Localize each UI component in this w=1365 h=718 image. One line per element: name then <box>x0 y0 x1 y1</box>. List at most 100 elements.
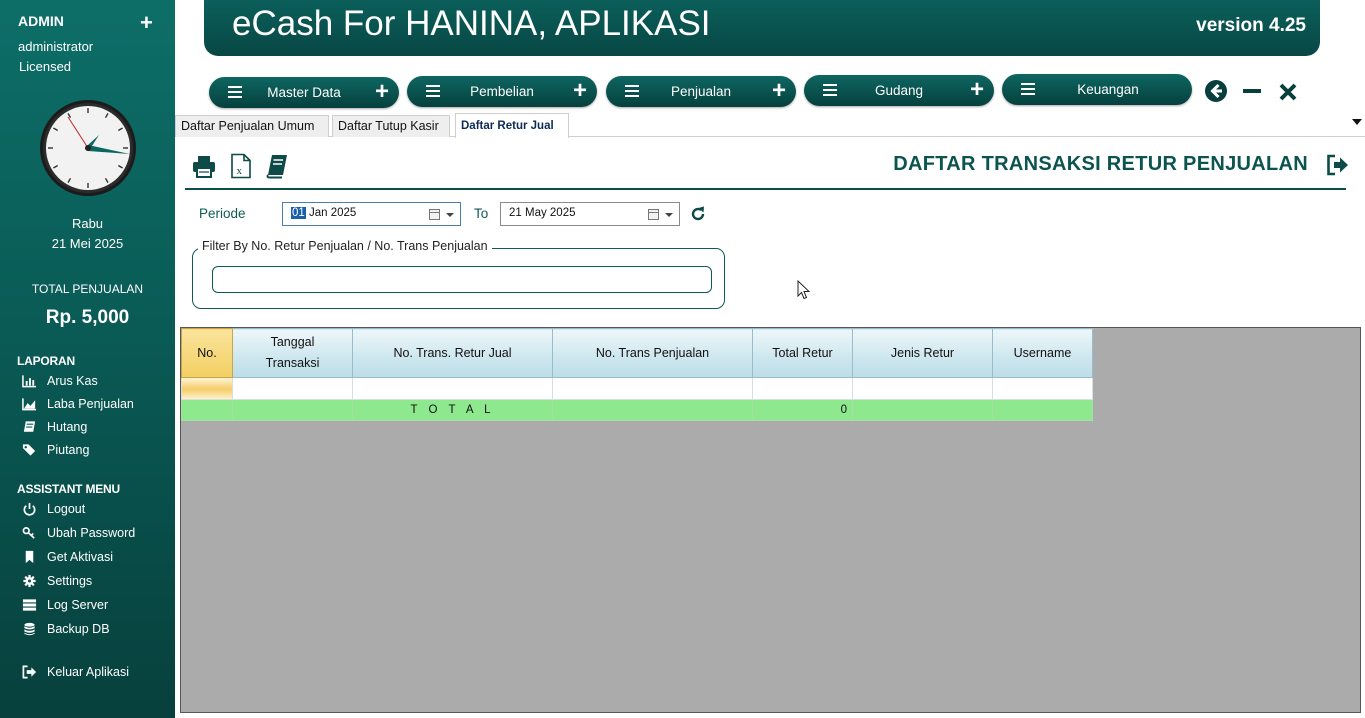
tab-daftar-tutup-kasir[interactable]: Daftar Tutup Kasir <box>332 115 450 137</box>
area-chart-icon <box>20 397 38 411</box>
retur-table: No. Tanggal Transaksi No. Trans. Retur Ju… <box>181 328 1093 421</box>
menu-label: Penjualan <box>670 84 732 99</box>
menu-label: Keuangan <box>1077 82 1139 97</box>
date-from-picker[interactable]: 01 Jan 2025 <box>282 202 461 226</box>
table-cell[interactable] <box>992 377 1093 400</box>
menu-label: Gudang <box>874 83 924 98</box>
chevron-down-icon <box>446 213 454 217</box>
analog-clock <box>40 100 136 196</box>
header-divider <box>185 188 1346 190</box>
sidebar-item-logout[interactable]: Logout <box>20 500 85 518</box>
row-header[interactable] <box>181 377 233 400</box>
sidebar-item-get-aktivasi[interactable]: Get Aktivasi <box>20 548 113 566</box>
username-label: administrator <box>18 39 94 54</box>
sidebar-item-backup-db[interactable]: Backup DB <box>20 620 110 638</box>
tab-daftar-retur-jual[interactable]: Daftar Retur Jual <box>455 113 569 138</box>
column-header-no-trans-penjualan[interactable]: No. Trans Penjualan <box>552 328 753 378</box>
menu-pembelian[interactable]: Pembelian + <box>407 76 597 107</box>
sidebar-item-piutang[interactable]: Piutang <box>20 441 89 459</box>
back-arrow-icon[interactable] <box>1203 78 1229 104</box>
total-penjualan-value: Rp. 5,000 <box>45 307 130 328</box>
book-icon[interactable] <box>264 153 290 179</box>
total-label: T O T A L <box>352 399 553 421</box>
server-icon <box>20 598 38 612</box>
sidebar-item-label: Hutang <box>47 420 88 434</box>
column-header-username[interactable]: Username <box>992 328 1093 378</box>
sidebar-item-laba-penjualan[interactable]: Laba Penjualan <box>20 395 134 413</box>
power-icon <box>20 502 38 516</box>
column-header-jenis-retur[interactable]: Jenis Retur <box>852 328 993 378</box>
assistant-section-title: ASSISTANT MENU <box>17 482 120 496</box>
sidebar-item-ubah-password[interactable]: Ubah Password <box>20 524 135 542</box>
plus-icon: + <box>771 77 786 104</box>
sidebar-item-keluar-aplikasi[interactable]: Keluar Aplikasi <box>20 663 129 681</box>
data-grid[interactable]: No. Tanggal Transaksi No. Trans. Retur Ju… <box>180 327 1361 713</box>
database-icon <box>20 622 38 636</box>
column-header-tanggal[interactable]: Tanggal Transaksi <box>232 328 353 378</box>
table-row-empty[interactable] <box>181 377 1093 400</box>
plus-icon: + <box>374 78 389 105</box>
mouse-cursor-icon <box>797 280 811 300</box>
sidebar-item-label: Keluar Aplikasi <box>47 665 129 679</box>
column-header-total-retur[interactable]: Total Retur <box>752 328 853 378</box>
current-day: Rabu <box>71 216 104 231</box>
table-cell[interactable] <box>852 377 993 400</box>
total-penjualan-label: TOTAL PENJUALAN <box>31 282 144 296</box>
app-version: version 4.25 <box>1196 15 1306 36</box>
plus-icon: + <box>969 76 984 103</box>
sidebar-item-settings[interactable]: Settings <box>20 572 92 590</box>
menu-master-data[interactable]: Master Data + <box>209 77 399 108</box>
menu-keuangan[interactable]: Keuangan <box>1002 74 1192 105</box>
close-icon[interactable] <box>1275 78 1301 104</box>
menu-gudang[interactable]: Gudang + <box>804 75 994 106</box>
periode-label: Periode <box>199 206 246 221</box>
menu-penjualan[interactable]: Penjualan + <box>606 76 796 107</box>
sign-out-icon[interactable] <box>1326 154 1350 176</box>
sidebar-add-button[interactable]: + <box>140 12 153 34</box>
sidebar-item-label: Ubah Password <box>47 526 136 540</box>
gear-icon <box>20 574 38 588</box>
refresh-icon[interactable] <box>689 205 707 223</box>
tab-daftar-penjualan-umum[interactable]: Daftar Penjualan Umum <box>175 115 329 137</box>
app-title: eCash For HANINA, APLIKASI <box>232 4 711 43</box>
table-cell[interactable] <box>552 377 753 400</box>
column-header-no[interactable]: No. <box>181 328 233 378</box>
table-cell <box>992 399 1093 421</box>
filter-search-input[interactable] <box>212 266 712 293</box>
bookmark-icon <box>20 550 38 564</box>
user-role: ADMIN <box>18 13 64 29</box>
sidebar-item-label: Logout <box>47 502 86 516</box>
chevron-down-icon <box>665 213 673 217</box>
tab-bar: Daftar Penjualan Umum Daftar Tutup Kasir… <box>175 113 1365 138</box>
license-status: Licensed <box>19 59 72 74</box>
sidebar-item-hutang[interactable]: Hutang <box>20 418 87 436</box>
sidebar-item-arus-kas[interactable]: Arus Kas <box>20 372 98 390</box>
book-icon <box>20 420 38 434</box>
sidebar-item-label: Arus Kas <box>47 374 98 388</box>
filter-legend: Filter By No. Retur Penjualan / No. Tran… <box>198 239 492 253</box>
table-total-row: T O T A L 0 <box>181 399 1093 421</box>
excel-export-icon[interactable]: x <box>228 153 254 179</box>
date-to-value: 21 May 2025 <box>509 207 576 219</box>
calendar-icon <box>648 209 659 220</box>
svg-text:x: x <box>237 165 243 177</box>
minimize-icon[interactable] <box>1239 78 1265 104</box>
table-cell[interactable] <box>232 377 353 400</box>
sign-out-icon <box>20 665 38 679</box>
table-cell <box>181 399 233 421</box>
tab-list-dropdown-icon[interactable] <box>1352 119 1362 125</box>
table-cell[interactable] <box>352 377 553 400</box>
laporan-section-title: LAPORAN <box>17 354 75 368</box>
column-header-no-retur[interactable]: No. Trans. Retur Jual <box>352 328 553 378</box>
current-date: 21 Mei 2025 <box>51 236 124 251</box>
sidebar-item-label: Laba Penjualan <box>47 397 134 411</box>
total-retur-value: 0 <box>752 399 853 421</box>
app-header: eCash For HANINA, APLIKASI version 4.25 <box>204 0 1320 56</box>
table-cell <box>852 399 993 421</box>
sidebar-item-log-server[interactable]: Log Server <box>20 596 108 614</box>
table-cell[interactable] <box>752 377 853 400</box>
print-icon[interactable] <box>191 153 217 179</box>
table-cell <box>232 399 353 421</box>
date-to-picker[interactable]: 21 May 2025 <box>500 202 680 226</box>
key-icon <box>20 526 38 540</box>
